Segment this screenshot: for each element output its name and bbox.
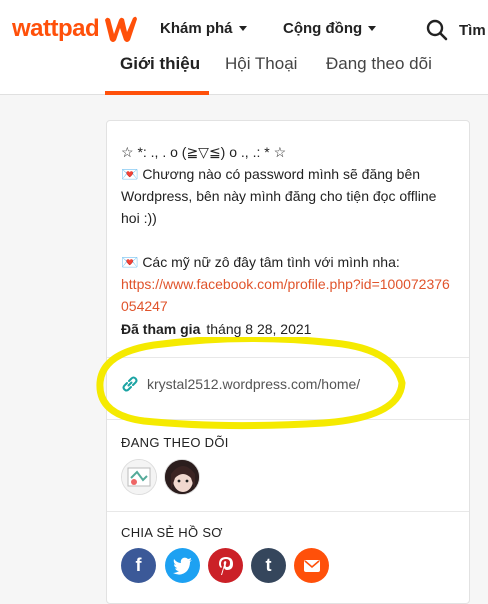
avatar-image [122,460,156,494]
divider [107,419,469,420]
search-label[interactable]: Tìm [459,22,486,39]
facebook-link[interactable]: https://www.facebook.com/profile.php?id=… [121,273,451,317]
pinterest-icon [218,556,233,575]
twitter-icon [172,557,192,575]
divider [107,511,469,512]
search-icon[interactable] [426,19,448,41]
website-link[interactable]: krystal2512.wordpress.com/home/ [121,375,360,393]
following-title: ĐANG THEO DÕI [121,435,229,450]
avatar-image [165,460,199,494]
link-icon [122,376,138,392]
joined-date: Đã tham gia tháng 8 28, 2021 [121,321,311,337]
twitter-share-button[interactable] [165,548,200,583]
logo-text: wattpad [12,15,100,42]
tumblr-icon: t [265,555,272,575]
following-avatar[interactable] [121,459,157,495]
email-share-button[interactable] [294,548,329,583]
nav-discover[interactable]: Khám phá [160,20,247,37]
chevron-down-icon [238,26,247,31]
tumblr-share-button[interactable]: t [251,548,286,583]
facebook-share-button[interactable]: f [121,548,156,583]
facebook-icon: f [135,555,142,575]
about-line: ☆ *: ., . o (≧▽≦) o ., .: * ☆ [121,144,287,160]
profile-tabs: Giới thiệu Hội Thoại Đang theo dõi [0,50,488,95]
pinterest-share-button[interactable] [208,548,243,583]
joined-label: Đã tham gia [121,321,201,337]
nav-discover-label: Khám phá [160,20,233,37]
share-title: CHIA SẺ HỒ SƠ [121,525,223,540]
about-line: 💌 Chương nào có password mình sẽ đăng bê… [121,166,437,226]
nav-community[interactable]: Cộng đồng [283,20,377,37]
tab-conversations[interactable]: Hội Thoại [225,54,297,74]
tab-about[interactable]: Giới thiệu [120,54,200,74]
active-tab-indicator [105,91,209,95]
chevron-down-icon [368,26,377,31]
tab-following[interactable]: Đang theo dõi [326,54,432,74]
following-avatar[interactable] [164,459,200,495]
email-icon [303,559,320,572]
divider [107,357,469,358]
about-line: 💌 Các mỹ nữ zô đây tâm tình với mình nha… [121,254,400,270]
wattpad-w-icon [105,16,138,42]
profile-description: ☆ *: ., . o (≧▽≦) o ., .: * ☆ 💌 Chương n… [121,141,451,317]
website-url: krystal2512.wordpress.com/home/ [147,376,361,392]
nav-community-label: Cộng đồng [283,20,363,37]
profile-about-card: ☆ *: ., . o (≧▽≦) o ., .: * ☆ 💌 Chương n… [106,120,470,604]
wattpad-logo[interactable]: wattpad [12,14,139,44]
joined-value: tháng 8 28, 2021 [206,321,312,337]
